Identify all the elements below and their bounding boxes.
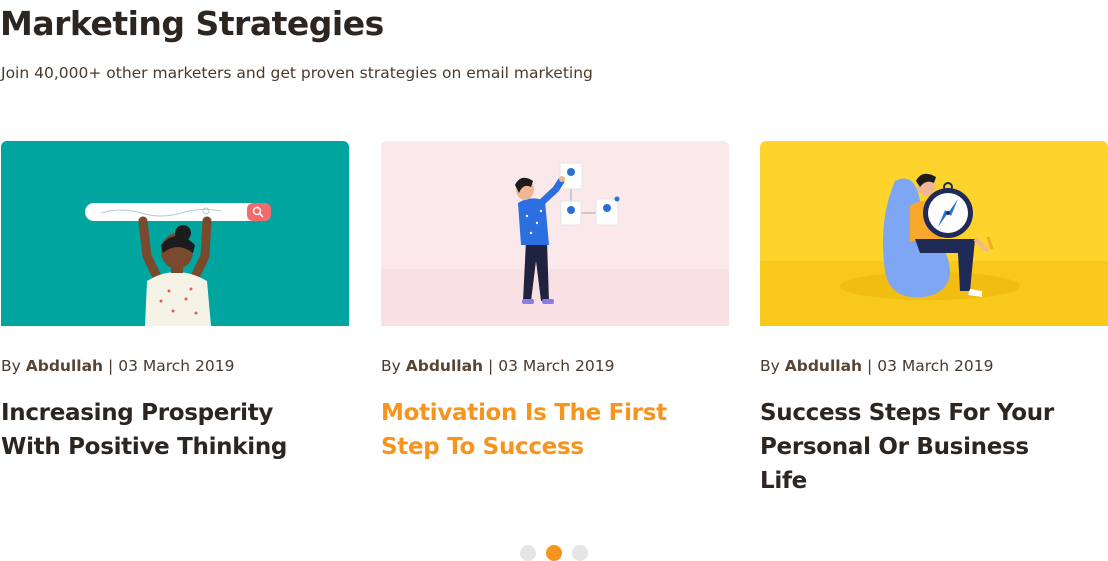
carousel-dot-2-active[interactable]: [546, 545, 562, 561]
author-name[interactable]: Abdullah: [785, 357, 862, 375]
card-title-link[interactable]: Motivation Is The First Step To Success: [381, 396, 681, 464]
author-name[interactable]: Abdullah: [26, 357, 103, 375]
section-title: Marketing Strategies: [0, 4, 384, 43]
post-date: 03 March 2019: [498, 357, 615, 375]
blog-card: By Abdullah | 03 March 2019 Increasing P…: [1, 141, 349, 464]
meta-separator: |: [108, 357, 114, 375]
card-image-compass-illustration[interactable]: [760, 141, 1108, 326]
by-label: By: [381, 357, 401, 375]
carousel-dot-1[interactable]: [520, 545, 536, 561]
by-label: By: [1, 357, 21, 375]
meta-separator: |: [867, 357, 873, 375]
carousel-dot-3[interactable]: [572, 545, 588, 561]
card-meta: By Abdullah | 03 March 2019: [760, 356, 1108, 376]
blog-card: By Abdullah | 03 March 2019 Success Step…: [760, 141, 1108, 498]
card-meta: By Abdullah | 03 March 2019: [381, 356, 729, 376]
section-subtitle: Join 40,000+ other marketers and get pro…: [1, 64, 593, 82]
card-meta: By Abdullah | 03 March 2019: [1, 356, 349, 376]
author-name[interactable]: Abdullah: [406, 357, 483, 375]
carousel-pagination: [520, 545, 588, 561]
blog-card: By Abdullah | 03 March 2019 Motivation I…: [381, 141, 729, 464]
card-image-flowchart-illustration[interactable]: [381, 141, 729, 326]
card-image-search-illustration[interactable]: [1, 141, 349, 326]
post-date: 03 March 2019: [877, 357, 994, 375]
meta-separator: |: [488, 357, 494, 375]
card-title-link[interactable]: Increasing Prosperity With Positive Thin…: [1, 396, 301, 464]
by-label: By: [760, 357, 780, 375]
card-title-link[interactable]: Success Steps For Your Personal Or Busin…: [760, 396, 1060, 498]
post-date: 03 March 2019: [118, 357, 235, 375]
